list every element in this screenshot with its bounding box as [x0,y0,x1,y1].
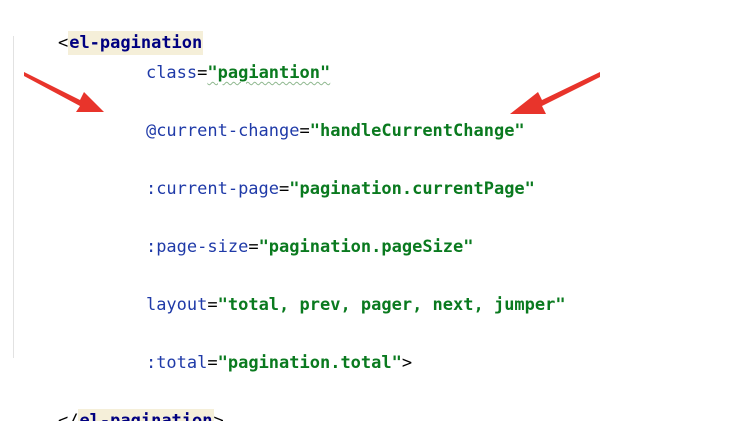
attr-name: @current-change [145,121,300,141]
attr-name: class [145,63,198,83]
attr-eq: = [299,121,310,141]
attr-eq: = [248,237,259,257]
attr-name: :page-size [145,237,249,257]
attr-name: :total [145,353,208,373]
close-tag-line: </el-pagination> [17,388,224,421]
attr-line-current-change: @current-change="handleCurrentChange" [105,98,525,141]
open-tag-close-bracket: > [401,353,413,373]
attr-value: "pagination.currentPage" [289,179,535,199]
attr-eq: = [197,63,208,83]
attr-eq: = [207,295,218,315]
attr-value: "total, prev, pager, next, jumper" [217,295,566,315]
attr-value: "pagination.total" [217,353,402,373]
attr-eq: = [207,353,218,373]
close-tag-end-bracket: > [213,411,224,421]
attr-name: :current-page [145,179,280,199]
code-editor: <el-pagination class="pagiantion" @curre… [0,0,733,421]
close-tag-bracket: </ [57,411,79,421]
attr-line-total: :total="pagination.total"> [105,330,412,373]
red-arrow-icon-left [24,72,104,112]
attr-line-current-page: :current-page="pagination.currentPage" [105,156,535,199]
open-tag-line: <el-pagination [17,10,204,55]
attr-line-layout: layout="total, prev, pager, next, jumper… [105,272,566,315]
attr-name: layout [145,295,208,315]
red-arrow-icon-right [510,72,600,114]
open-tag-bracket: < [57,33,69,53]
attr-value: "pagiantion" [207,63,331,83]
attr-value: "pagination.pageSize" [258,237,474,257]
indent-guide [13,36,14,358]
attr-value: "handleCurrentChange" [309,121,525,141]
attr-line-page-size: :page-size="pagination.pageSize" [105,214,474,257]
attr-line-class: class="pagiantion" [105,40,330,83]
attr-eq: = [279,179,290,199]
close-tag-name: el-pagination [78,409,214,421]
